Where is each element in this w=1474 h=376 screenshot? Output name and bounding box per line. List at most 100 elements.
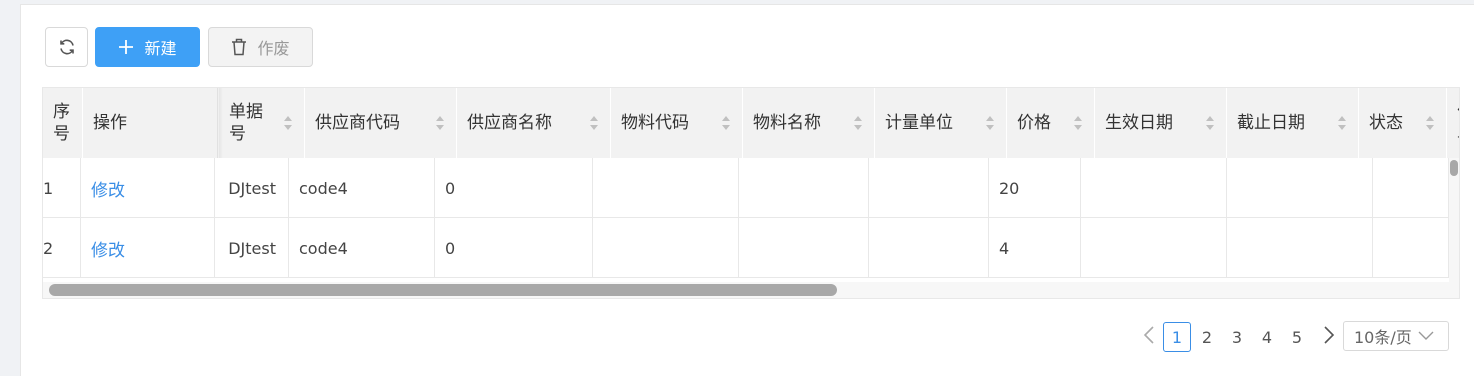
column-header-label: 计量单位 (885, 113, 953, 133)
column-header-label: 截止日期 (1237, 113, 1305, 133)
column-header-label: 操作 (93, 113, 127, 133)
column-header-label: 供应商名称 (467, 113, 552, 133)
column-header-supplier-code[interactable]: 供应商代码 (305, 88, 457, 158)
cell-price: 4 (989, 218, 1081, 278)
fixed-column-shadow (217, 88, 223, 158)
cell-action[interactable]: 修改 (81, 218, 215, 278)
column-header-label: 单据 号 (229, 102, 263, 144)
column-header-label: 序 号 (53, 102, 70, 144)
table-row: 2 修改 DJtest code4 0 4 (43, 218, 1459, 278)
cell-value: code4 (299, 178, 348, 198)
void-button-label: 作废 (257, 39, 290, 58)
column-header-label: 物料名称 (753, 113, 821, 133)
edit-link[interactable]: 修改 (91, 236, 125, 261)
column-header-label: 生效日期 (1105, 113, 1173, 133)
trash-icon (231, 38, 247, 56)
chevron-down-icon (1418, 331, 1434, 341)
cell-material-code (593, 158, 739, 218)
cell-status (1373, 218, 1449, 278)
column-header-seq: 序 号 (43, 88, 83, 158)
column-header-label: 价 单 (1457, 101, 1459, 145)
cell-supplier-code: code4 (289, 158, 435, 218)
chevron-right-icon (1323, 326, 1335, 348)
cell-value: 1 (43, 178, 54, 198)
column-header-unit[interactable]: 计量单位 (875, 88, 1007, 158)
vertical-scrollbar-thumb[interactable] (1450, 160, 1458, 176)
cell-supplier-code: code4 (289, 218, 435, 278)
sort-icon[interactable] (1074, 116, 1082, 130)
page-4-button[interactable]: 4 (1253, 322, 1281, 352)
cell-seq: 2 (43, 218, 81, 278)
cell-action[interactable]: 修改 (81, 158, 215, 218)
column-header-expiry-date[interactable]: 截止日期 (1227, 88, 1359, 158)
horizontal-scrollbar-thumb[interactable] (49, 284, 837, 296)
sort-icon[interactable] (722, 116, 730, 130)
cell-value: 2 (43, 238, 54, 258)
refresh-icon (57, 37, 77, 57)
prev-page-button[interactable] (1139, 322, 1159, 352)
cell-value: DJtest (228, 178, 276, 198)
refresh-button[interactable] (45, 27, 88, 67)
sort-icon[interactable] (436, 116, 444, 130)
cell-doc-no: DJtest (215, 158, 289, 218)
cell-value: DJtest (228, 238, 276, 258)
cell-value: 0 (445, 178, 456, 198)
cell-expiry-date (1227, 158, 1373, 218)
cell-supplier-name: 0 (435, 218, 593, 278)
column-header-supplier-name[interactable]: 供应商名称 (457, 88, 611, 158)
cell-material-name (739, 158, 869, 218)
sort-icon[interactable] (854, 116, 862, 130)
edit-link[interactable]: 修改 (91, 176, 125, 201)
cell-status (1373, 158, 1449, 218)
column-header-effective-date[interactable]: 生效日期 (1095, 88, 1227, 158)
new-button-label: 新建 (144, 39, 177, 58)
cell-value: code4 (299, 238, 348, 258)
cell-value: 4 (999, 238, 1010, 258)
page-number: 5 (1291, 327, 1303, 347)
column-header-status[interactable]: 状态 (1359, 88, 1447, 158)
void-button[interactable]: 作废 (208, 27, 313, 67)
data-table: 序 号 操作 单据 号 供应商代码 供应商名称 物料代码 物料名称 计量单位 价格 生效日期 截止日… (42, 87, 1460, 299)
next-page-button[interactable] (1319, 322, 1339, 352)
page-number: 3 (1231, 327, 1243, 347)
cell-effective-date (1081, 218, 1227, 278)
column-header-material-code[interactable]: 物料代码 (611, 88, 743, 158)
column-header-material-name[interactable]: 物料名称 (743, 88, 875, 158)
cell-unit (869, 218, 989, 278)
sort-icon[interactable] (986, 116, 994, 130)
plus-icon (118, 39, 134, 55)
page-3-button[interactable]: 3 (1223, 322, 1251, 352)
vertical-scrollbar-track[interactable] (1449, 158, 1459, 282)
chevron-left-icon (1143, 326, 1155, 348)
column-header-label: 供应商代码 (315, 113, 400, 133)
cell-unit (869, 158, 989, 218)
table-header: 序 号 操作 单据 号 供应商代码 供应商名称 物料代码 物料名称 计量单位 价格 生效日期 截止日… (43, 88, 1459, 158)
new-button[interactable]: 新建 (95, 27, 200, 67)
page-number: 2 (1201, 327, 1213, 347)
sort-icon[interactable] (1426, 116, 1434, 130)
page-size-value: 10条/页 (1354, 328, 1412, 347)
page-size-select[interactable]: 10条/页 (1343, 321, 1449, 351)
cell-seq: 1 (43, 158, 81, 218)
pagination: 12345 10条/页 (1139, 321, 1451, 352)
sort-icon[interactable] (1206, 116, 1214, 130)
page-2-button[interactable]: 2 (1193, 322, 1221, 352)
cell-material-name (739, 218, 869, 278)
cell-value: 20 (999, 178, 1020, 198)
page-1-button[interactable]: 1 (1163, 322, 1191, 352)
cell-value: 0 (445, 238, 456, 258)
page-5-button[interactable]: 5 (1283, 322, 1311, 352)
sort-icon[interactable] (284, 116, 292, 130)
cell-supplier-name: 0 (435, 158, 593, 218)
column-header-label: 价格 (1017, 113, 1051, 133)
column-header-price[interactable]: 价格 (1007, 88, 1095, 158)
column-header-label: 状态 (1369, 113, 1403, 133)
sort-icon[interactable] (590, 116, 598, 130)
cell-effective-date (1081, 158, 1227, 218)
content-card: 新建 作废 序 号 操作 单据 号 供应商代码 供应商名称 物料代码 物料名称 计量单位 价格 生… (20, 4, 1474, 376)
sort-icon[interactable] (1338, 116, 1346, 130)
column-header-extra: 价 单 (1447, 88, 1459, 158)
column-header-label: 物料代码 (621, 113, 689, 133)
horizontal-scrollbar[interactable] (43, 282, 1459, 298)
column-header-doc-no[interactable]: 单据 号 (219, 88, 305, 158)
